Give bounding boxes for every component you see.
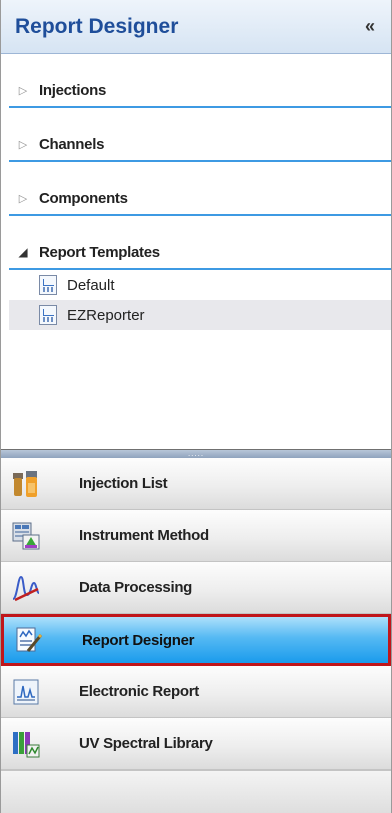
tree-group-injections[interactable]: ▷ Injections xyxy=(9,72,391,108)
expand-arrow-icon[interactable]: ▷ xyxy=(13,138,33,151)
report-designer-panel: Report Designer « ▷ Injections ▷ Channel… xyxy=(0,0,392,813)
nav-button-uv-spectral-library[interactable]: UV Spectral Library xyxy=(1,718,391,770)
nav-button-instrument-method[interactable]: Instrument Method xyxy=(1,510,391,562)
nav-button-data-processing[interactable]: Data Processing xyxy=(1,562,391,614)
tree-group-channels[interactable]: ▷ Channels xyxy=(9,126,391,162)
report-designer-icon xyxy=(14,625,44,655)
tree-group-label: Injections xyxy=(39,81,107,99)
template-item-ezreporter[interactable]: EZReporter xyxy=(9,300,391,330)
collapse-arrow-icon[interactable]: ◢ xyxy=(13,245,33,259)
panel-splitter[interactable]: ..... xyxy=(1,450,391,458)
tree-group-report-templates[interactable]: ◢ Report Templates xyxy=(9,234,391,270)
template-label: EZReporter xyxy=(67,306,145,324)
report-template-icon xyxy=(39,305,57,325)
instrument-method-icon xyxy=(11,521,41,551)
navigation-tree: ▷ Injections ▷ Channels ▷ Components ◢ R… xyxy=(1,54,391,450)
group-divider xyxy=(9,214,391,216)
nav-label: Report Designer xyxy=(82,631,195,649)
expand-arrow-icon[interactable]: ▷ xyxy=(13,192,33,205)
panel-title: Report Designer xyxy=(15,14,179,38)
template-label: Default xyxy=(67,276,115,294)
nav-label: Electronic Report xyxy=(79,683,199,700)
report-template-icon xyxy=(39,275,57,295)
collapse-panel-button[interactable]: « xyxy=(357,14,383,40)
tree-group-label: Channels xyxy=(39,135,105,153)
template-item-default[interactable]: Default xyxy=(9,270,391,300)
electronic-report-icon xyxy=(11,677,41,707)
group-divider xyxy=(9,106,391,108)
tree-group-label: Report Templates xyxy=(39,243,160,261)
data-processing-icon xyxy=(11,573,41,603)
nav-button-injection-list[interactable]: Injection List xyxy=(1,458,391,510)
nav-button-report-designer[interactable]: Report Designer xyxy=(1,614,391,666)
nav-label: UV Spectral Library xyxy=(79,735,213,752)
tree-group-components[interactable]: ▷ Components xyxy=(9,180,391,216)
nav-label: Injection List xyxy=(79,475,168,492)
tree-group-label: Components xyxy=(39,189,128,207)
navigation-pane-footer xyxy=(1,770,391,813)
group-divider xyxy=(9,160,391,162)
nav-label: Instrument Method xyxy=(79,527,209,544)
nav-button-electronic-report[interactable]: Electronic Report xyxy=(1,666,391,718)
panel-header: Report Designer « xyxy=(1,0,391,54)
nav-label: Data Processing xyxy=(79,579,193,596)
injection-list-icon xyxy=(11,469,41,499)
expand-arrow-icon[interactable]: ▷ xyxy=(13,84,33,97)
uv-spectral-library-icon xyxy=(11,729,41,759)
splitter-grip: ..... xyxy=(187,449,205,458)
